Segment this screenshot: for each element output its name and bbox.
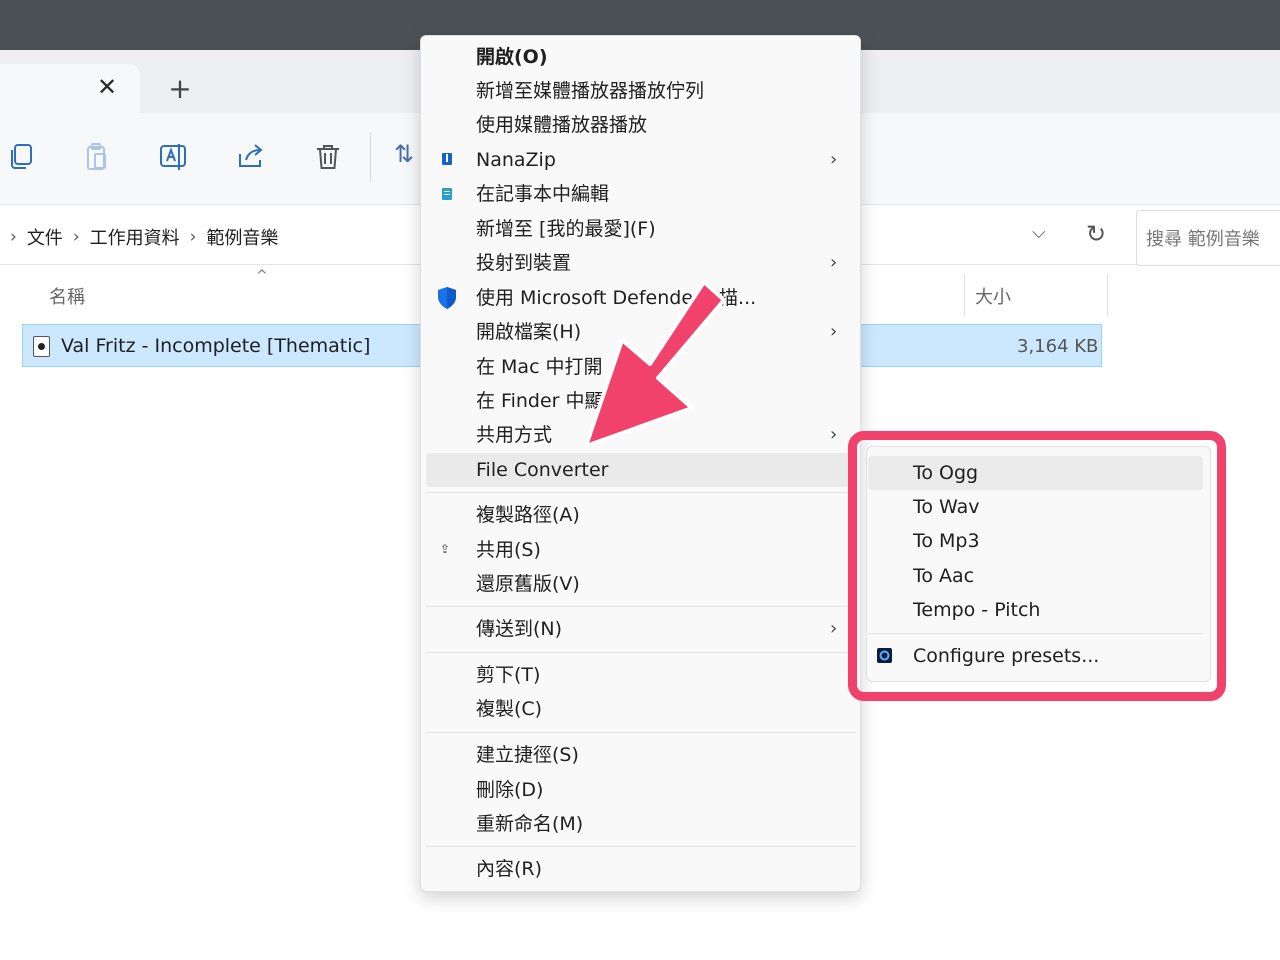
nanazip-icon (442, 153, 452, 165)
menu-item-copy[interactable]: 複製(C) (476, 697, 542, 721)
breadcrumb-documents[interactable]: 文件 (27, 224, 63, 250)
menu-separator (426, 732, 856, 733)
sort-ascending-icon: ^ (256, 268, 268, 284)
breadcrumb-chevron-icon: › (10, 227, 17, 247)
submenu-chevron-icon: › (830, 618, 838, 639)
search-placeholder: 搜尋 範例音樂 (1146, 229, 1260, 250)
menu-item-cast[interactable]: 投射到裝置 (476, 251, 571, 275)
file-name: Val Fritz - Incomplete [Thematic] (61, 335, 371, 357)
annotation-arrow-icon (584, 280, 726, 448)
refresh-icon[interactable]: ↻ (1086, 220, 1106, 248)
menu-item-share-with[interactable]: 共用方式 (476, 423, 552, 447)
breadcrumb-work-data[interactable]: 工作用資料 (90, 224, 180, 250)
breadcrumb: › 文件 › 工作用資料 › 範例音樂 (6, 222, 278, 252)
column-divider[interactable] (1107, 274, 1108, 316)
menu-item-cut[interactable]: 剪下(T) (476, 663, 540, 687)
menu-separator (426, 606, 856, 607)
paste-icon[interactable] (80, 140, 114, 174)
toolbar-divider (370, 132, 371, 182)
breadcrumb-chevron-icon: › (72, 227, 80, 247)
column-header-name[interactable]: 名稱 (49, 283, 85, 309)
menu-item-play[interactable]: 使用媒體播放器播放 (476, 113, 647, 137)
audio-file-icon (33, 336, 50, 357)
menu-item-restore-versions[interactable]: 還原舊版(V) (476, 572, 580, 596)
menu-item-notepad[interactable]: 在記事本中編輯 (476, 182, 609, 206)
column-header-size[interactable]: 大小 (975, 283, 1011, 309)
menu-separator (426, 846, 856, 847)
sort-icon[interactable]: ⇅ (394, 140, 414, 168)
new-tab-icon[interactable]: + (166, 75, 194, 103)
submenu-chevron-icon: › (830, 424, 838, 445)
menu-separator (426, 652, 856, 653)
menu-item-copy-path[interactable]: 複製路徑(A) (476, 503, 580, 527)
delete-icon[interactable] (311, 140, 345, 174)
highlight-frame (848, 431, 1226, 701)
chevron-down-icon[interactable]: ⌵ (1032, 222, 1046, 243)
breadcrumb-sample-music[interactable]: 範例音樂 (206, 224, 278, 250)
menu-separator (426, 492, 856, 493)
defender-shield-icon (438, 287, 456, 309)
menu-item-open[interactable]: 開啟(O) (476, 45, 548, 69)
menu-item-add-favorite[interactable]: 新增至 [我的最愛](F) (476, 217, 656, 241)
menu-item-rename[interactable]: 重新命名(M) (476, 812, 583, 836)
submenu-chevron-icon: › (830, 321, 838, 342)
close-tab-icon[interactable]: ✕ (94, 74, 120, 100)
menu-item-add-to-queue[interactable]: 新增至媒體播放器播放佇列 (476, 79, 704, 103)
submenu-chevron-icon: › (830, 149, 838, 170)
menu-item-create-shortcut[interactable]: 建立捷徑(S) (476, 743, 579, 767)
notepad-icon (442, 188, 452, 200)
share-icon: ⇪ (440, 542, 451, 556)
menu-item-delete[interactable]: 刪除(D) (476, 778, 543, 802)
menu-item-share[interactable]: 共用(S) (476, 538, 541, 562)
copy-icon[interactable] (6, 140, 40, 174)
menu-item-nanazip[interactable]: NanaZip (476, 148, 556, 172)
breadcrumb-chevron-icon: › (189, 227, 197, 247)
menu-item-send-to[interactable]: 傳送到(N) (476, 617, 562, 641)
share-icon[interactable] (234, 140, 268, 174)
file-size: 3,164 KB (1017, 336, 1099, 357)
rename-icon[interactable] (157, 140, 191, 174)
menu-item-properties[interactable]: 內容(R) (476, 857, 542, 881)
submenu-chevron-icon: › (830, 252, 838, 273)
column-divider[interactable] (964, 274, 965, 316)
